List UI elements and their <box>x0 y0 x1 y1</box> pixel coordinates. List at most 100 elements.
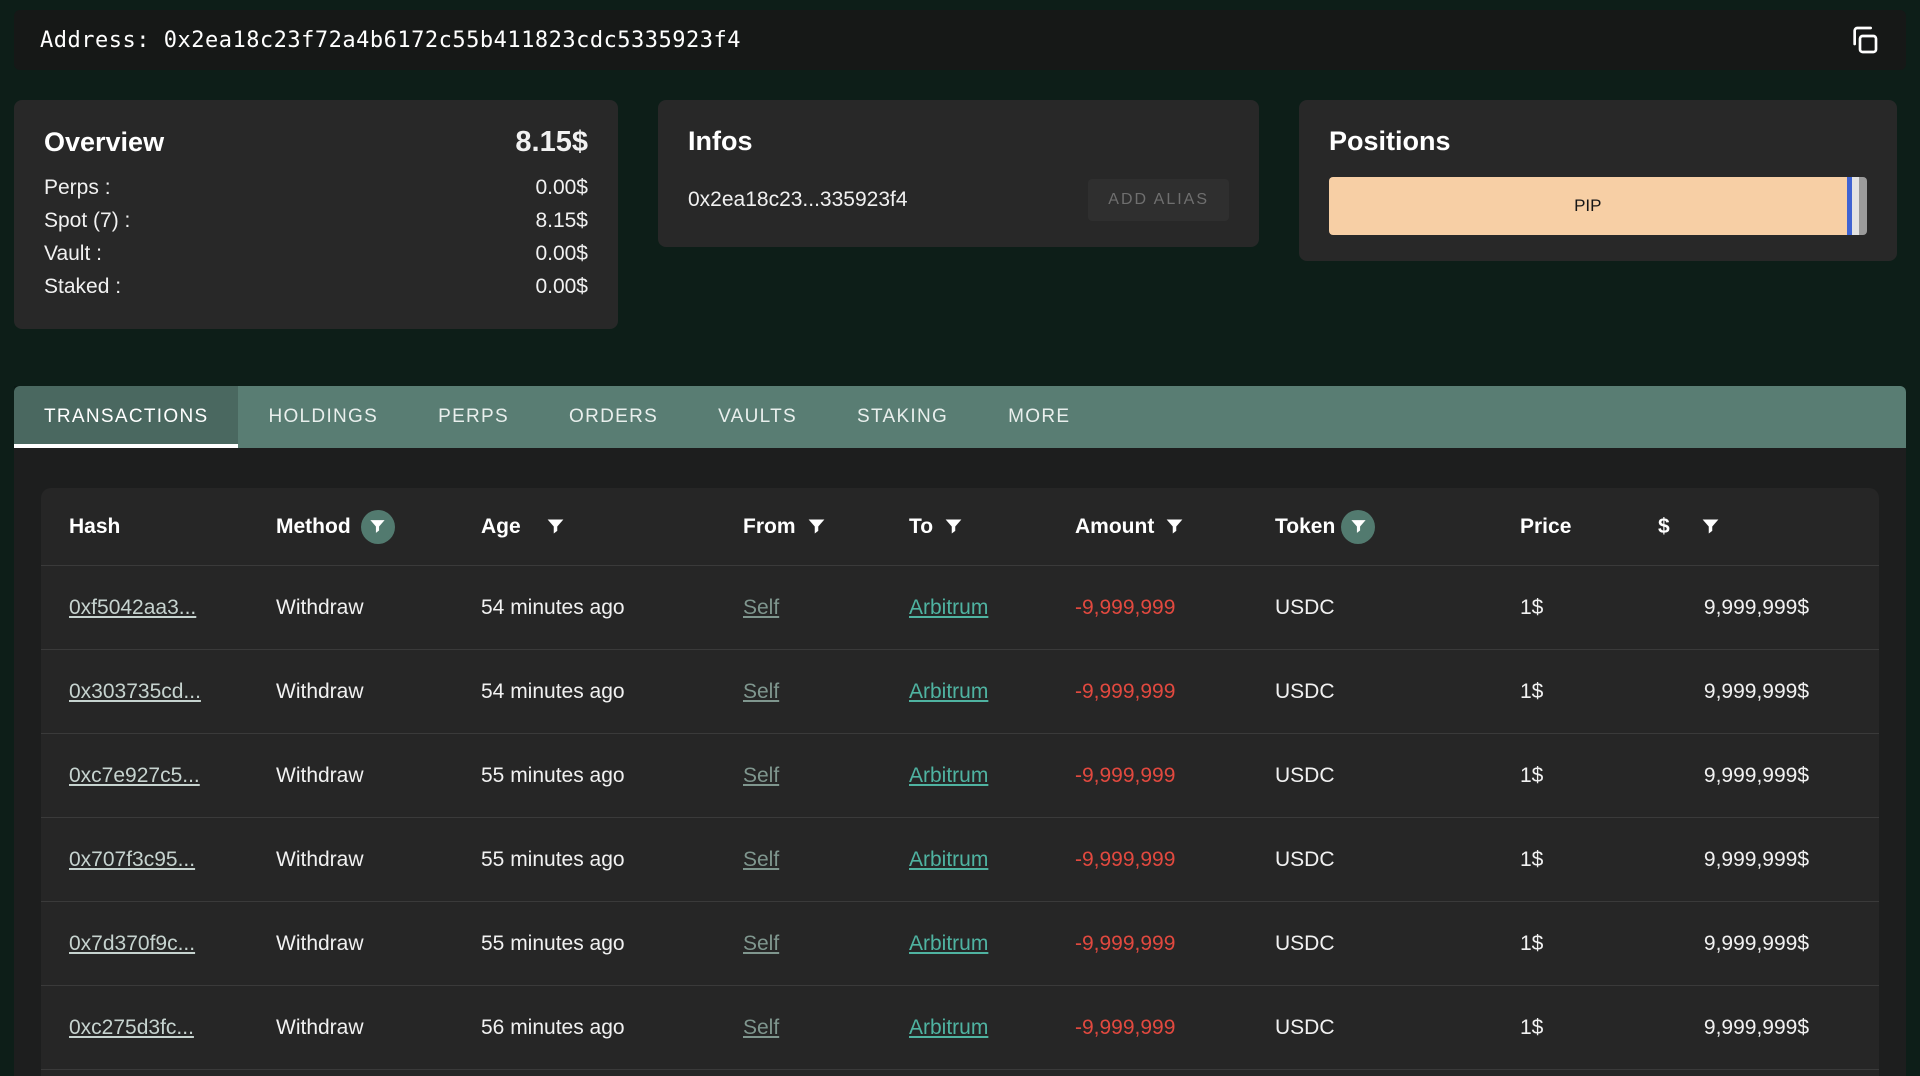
col-header-label: To <box>909 515 933 539</box>
address-label: Address: <box>40 28 164 53</box>
overview-label: Staked : <box>44 270 121 303</box>
token-filter-icon[interactable] <box>1341 510 1375 544</box>
amount-cell: -9,999,999 <box>1075 1016 1275 1040</box>
age-cell: 56 minutes ago <box>481 1016 743 1040</box>
age-cell: 55 minutes ago <box>481 932 743 956</box>
positions-bar[interactable]: PIP <box>1329 177 1867 235</box>
overview-row-staked: Staked : 0.00$ <box>44 270 588 303</box>
token-cell: USDC <box>1275 1016 1520 1040</box>
tab-orders[interactable]: ORDERS <box>539 386 688 448</box>
hash-link[interactable]: 0xf5042aa3... <box>69 596 196 619</box>
table-row: 0xc7e927c5... Withdraw 55 minutes ago Se… <box>41 734 1879 818</box>
overview-row-spot: Spot (7) : 8.15$ <box>44 204 588 237</box>
method-cell: Withdraw <box>276 848 481 872</box>
positions-card: Positions PIP <box>1299 100 1897 261</box>
usd-cell: 9,999,999$ <box>1640 680 1879 704</box>
hash-link[interactable]: 0xc275d3fc... <box>69 1016 194 1039</box>
table-header-row: Hash Method Age From To <box>41 488 1879 566</box>
age-cell: 55 minutes ago <box>481 764 743 788</box>
add-alias-button[interactable]: ADD ALIAS <box>1088 179 1229 221</box>
amount-filter-icon[interactable] <box>1164 516 1185 537</box>
usd-cell: 9,999,999$ <box>1640 848 1879 872</box>
to-link[interactable]: Arbitrum <box>909 596 988 619</box>
price-cell: 1$ <box>1520 596 1640 620</box>
from-link[interactable]: Self <box>743 596 779 619</box>
hash-link[interactable]: 0x7d370f9c... <box>69 932 195 955</box>
col-header-price: Price <box>1520 515 1640 539</box>
overview-value: 0.00$ <box>535 171 588 204</box>
table-row: 0xc275d3fc... Withdraw 56 minutes ago Se… <box>41 986 1879 1070</box>
overview-row-perps: Perps : 0.00$ <box>44 171 588 204</box>
from-link[interactable]: Self <box>743 932 779 955</box>
age-cell: 54 minutes ago <box>481 680 743 704</box>
table-row: 0x303735cd... Withdraw 54 minutes ago Se… <box>41 650 1879 734</box>
token-cell: USDC <box>1275 848 1520 872</box>
overview-value: 0.00$ <box>535 270 588 303</box>
col-header-usd: $ <box>1640 515 1879 539</box>
transactions-table: Hash Method Age From To <box>41 488 1879 1076</box>
positions-segment-pip[interactable]: PIP <box>1329 177 1847 235</box>
usd-cell: 9,999,999$ <box>1640 1016 1879 1040</box>
to-link[interactable]: Arbitrum <box>909 932 988 955</box>
from-link[interactable]: Self <box>743 764 779 787</box>
from-link[interactable]: Self <box>743 848 779 871</box>
tab-more[interactable]: MORE <box>978 386 1100 448</box>
hash-link[interactable]: 0x707f3c95... <box>69 848 195 871</box>
to-link[interactable]: Arbitrum <box>909 1016 988 1039</box>
overview-row-vault: Vault : 0.00$ <box>44 237 588 270</box>
token-cell: USDC <box>1275 932 1520 956</box>
tab-staking[interactable]: STAKING <box>827 386 978 448</box>
from-link[interactable]: Self <box>743 1016 779 1039</box>
to-link[interactable]: Arbitrum <box>909 764 988 787</box>
col-header-label: Amount <box>1075 515 1154 539</box>
col-header-age: Age <box>481 515 743 539</box>
col-header-label: Price <box>1520 515 1571 539</box>
token-cell: USDC <box>1275 680 1520 704</box>
infos-card: Infos 0x2ea18c23...335923f4 ADD ALIAS <box>658 100 1259 247</box>
usd-filter-icon[interactable] <box>1700 516 1721 537</box>
positions-segment-gray[interactable] <box>1859 177 1867 235</box>
infos-address-short: 0x2ea18c23...335923f4 <box>688 188 908 212</box>
overview-value: 0.00$ <box>535 237 588 270</box>
table-row: 0x707f3c95... Withdraw 55 minutes ago Se… <box>41 818 1879 902</box>
amount-cell: -9,999,999 <box>1075 680 1275 704</box>
transactions-panel: Hash Method Age From To <box>14 448 1906 1076</box>
positions-segment-white[interactable] <box>1852 177 1859 235</box>
age-filter-icon[interactable] <box>545 516 566 537</box>
from-filter-icon[interactable] <box>806 516 827 537</box>
copy-address-button[interactable] <box>1848 24 1880 56</box>
address-value: 0x2ea18c23f72a4b6172c55b411823cdc5335923… <box>164 28 741 53</box>
col-header-label: From <box>743 515 796 539</box>
col-header-label: Age <box>481 515 521 539</box>
tab-bar: TRANSACTIONS HOLDINGS PERPS ORDERS VAULT… <box>14 386 1906 448</box>
amount-cell: -9,999,999 <box>1075 596 1275 620</box>
overview-total-value: 8.15$ <box>515 126 588 159</box>
tab-perps[interactable]: PERPS <box>408 386 539 448</box>
col-header-label: $ <box>1658 515 1670 539</box>
price-cell: 1$ <box>1520 764 1640 788</box>
hash-link[interactable]: 0xc7e927c5... <box>69 764 200 787</box>
amount-cell: -9,999,999 <box>1075 932 1275 956</box>
positions-title: Positions <box>1329 126 1867 157</box>
col-header-label: Hash <box>69 515 120 539</box>
to-link[interactable]: Arbitrum <box>909 848 988 871</box>
from-link[interactable]: Self <box>743 680 779 703</box>
table-row: 0xf5042aa3... Withdraw 54 minutes ago Se… <box>41 566 1879 650</box>
col-header-amount: Amount <box>1075 515 1275 539</box>
age-cell: 55 minutes ago <box>481 848 743 872</box>
tab-holdings[interactable]: HOLDINGS <box>238 386 408 448</box>
tab-transactions[interactable]: TRANSACTIONS <box>14 386 238 448</box>
method-cell: Withdraw <box>276 1016 481 1040</box>
method-filter-icon[interactable] <box>361 510 395 544</box>
to-link[interactable]: Arbitrum <box>909 680 988 703</box>
to-filter-icon[interactable] <box>943 516 964 537</box>
col-header-from: From <box>743 515 909 539</box>
col-header-label: Token <box>1275 515 1335 539</box>
overview-label: Spot (7) : <box>44 204 130 237</box>
infos-title: Infos <box>688 126 1229 157</box>
method-cell: Withdraw <box>276 596 481 620</box>
tab-vaults[interactable]: VAULTS <box>688 386 827 448</box>
method-cell: Withdraw <box>276 680 481 704</box>
price-cell: 1$ <box>1520 932 1640 956</box>
hash-link[interactable]: 0x303735cd... <box>69 680 201 703</box>
